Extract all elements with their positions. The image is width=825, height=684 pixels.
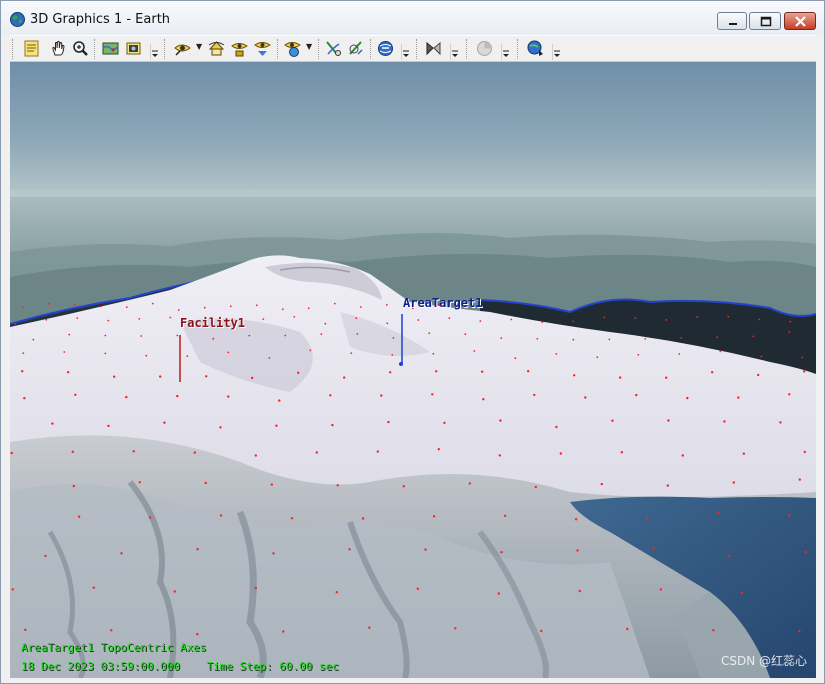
view-from-eye-icon[interactable] bbox=[173, 39, 192, 58]
toolbar-grip[interactable] bbox=[164, 39, 168, 59]
zoom-icon[interactable] bbox=[71, 39, 90, 58]
area-target-label[interactable]: AreaTarget1 bbox=[403, 296, 482, 310]
disabled-globe-icon[interactable] bbox=[475, 39, 494, 58]
chevron-down-icon bbox=[452, 50, 458, 57]
title-bar[interactable]: 3D Graphics 1 - Earth bbox=[1, 1, 824, 35]
hud-axes-label: AreaTarget1 TopoCentric Axes bbox=[21, 641, 207, 654]
toolbar-grip[interactable] bbox=[416, 39, 420, 59]
toolbar-separator bbox=[94, 39, 98, 59]
mirror-icon[interactable] bbox=[424, 39, 443, 58]
hud-date: 18 Dec 2023 03:59:00.000 bbox=[21, 660, 180, 673]
home-view-icon[interactable] bbox=[207, 39, 226, 58]
toolbar-grip[interactable] bbox=[466, 39, 470, 59]
hud-time-step: Time Step: 60.00 sec bbox=[206, 660, 339, 673]
save-globe-icon[interactable] bbox=[526, 39, 545, 58]
camera-icon[interactable] bbox=[124, 39, 143, 58]
chevron-down-icon bbox=[503, 50, 509, 57]
toolbar-overflow-chevron[interactable] bbox=[401, 44, 410, 60]
graphics-window: 3D Graphics 1 - Earth ▼ ▼ Facility1 Area… bbox=[0, 0, 825, 684]
map-view-icon[interactable] bbox=[101, 39, 120, 58]
toolbar-overflow-chevron[interactable] bbox=[501, 44, 510, 60]
maximize-button[interactable] bbox=[749, 12, 781, 30]
pan-hand-icon[interactable] bbox=[49, 39, 68, 58]
chevron-down-icon bbox=[152, 50, 158, 57]
minimize-button[interactable] bbox=[717, 12, 747, 30]
3d-globe-viewport[interactable]: Facility1 AreaTarget1 AreaTarget1 TopoCe… bbox=[10, 62, 816, 678]
chevron-down-icon bbox=[554, 50, 560, 57]
area-target-point bbox=[399, 362, 403, 366]
view-orient-icon[interactable] bbox=[253, 39, 272, 58]
view-to-icon[interactable] bbox=[230, 39, 249, 58]
toolbar-grip[interactable] bbox=[517, 39, 521, 59]
view-from-dropdown[interactable]: ▼ bbox=[196, 42, 202, 51]
graphics-toolbar: ▼ ▼ bbox=[10, 35, 816, 62]
toolbar-overflow-chevron[interactable] bbox=[552, 44, 561, 60]
toolbar-separator bbox=[318, 39, 322, 59]
toolbar-overflow-chevron[interactable] bbox=[150, 44, 159, 60]
terrain-scene bbox=[10, 62, 816, 678]
toolbar-grip[interactable] bbox=[12, 39, 16, 59]
window-title: 3D Graphics 1 - Earth bbox=[30, 12, 171, 27]
minimize-icon bbox=[729, 23, 737, 25]
globe-view-icon[interactable] bbox=[283, 39, 302, 58]
toolbar-separator bbox=[370, 39, 374, 59]
close-icon bbox=[795, 16, 806, 27]
hud-time-row: 18 Dec 2023 03:59:00.000 Time Step: 60.0… bbox=[21, 660, 339, 673]
measure-icon[interactable] bbox=[324, 39, 343, 58]
watermark: CSDN @红蕊心 bbox=[720, 654, 807, 668]
earth-icon bbox=[10, 12, 25, 27]
toolbar-separator bbox=[277, 39, 281, 59]
facility-label[interactable]: Facility1 bbox=[180, 316, 245, 330]
chevron-down-icon bbox=[403, 50, 409, 57]
globe-blue-icon[interactable] bbox=[376, 39, 395, 58]
globe-view-dropdown[interactable]: ▼ bbox=[306, 42, 312, 51]
maximize-icon bbox=[760, 16, 772, 27]
properties-icon[interactable] bbox=[22, 39, 41, 58]
toolbar-overflow-chevron[interactable] bbox=[450, 44, 459, 60]
close-button[interactable] bbox=[784, 12, 816, 30]
measure-alt-icon[interactable] bbox=[346, 39, 365, 58]
